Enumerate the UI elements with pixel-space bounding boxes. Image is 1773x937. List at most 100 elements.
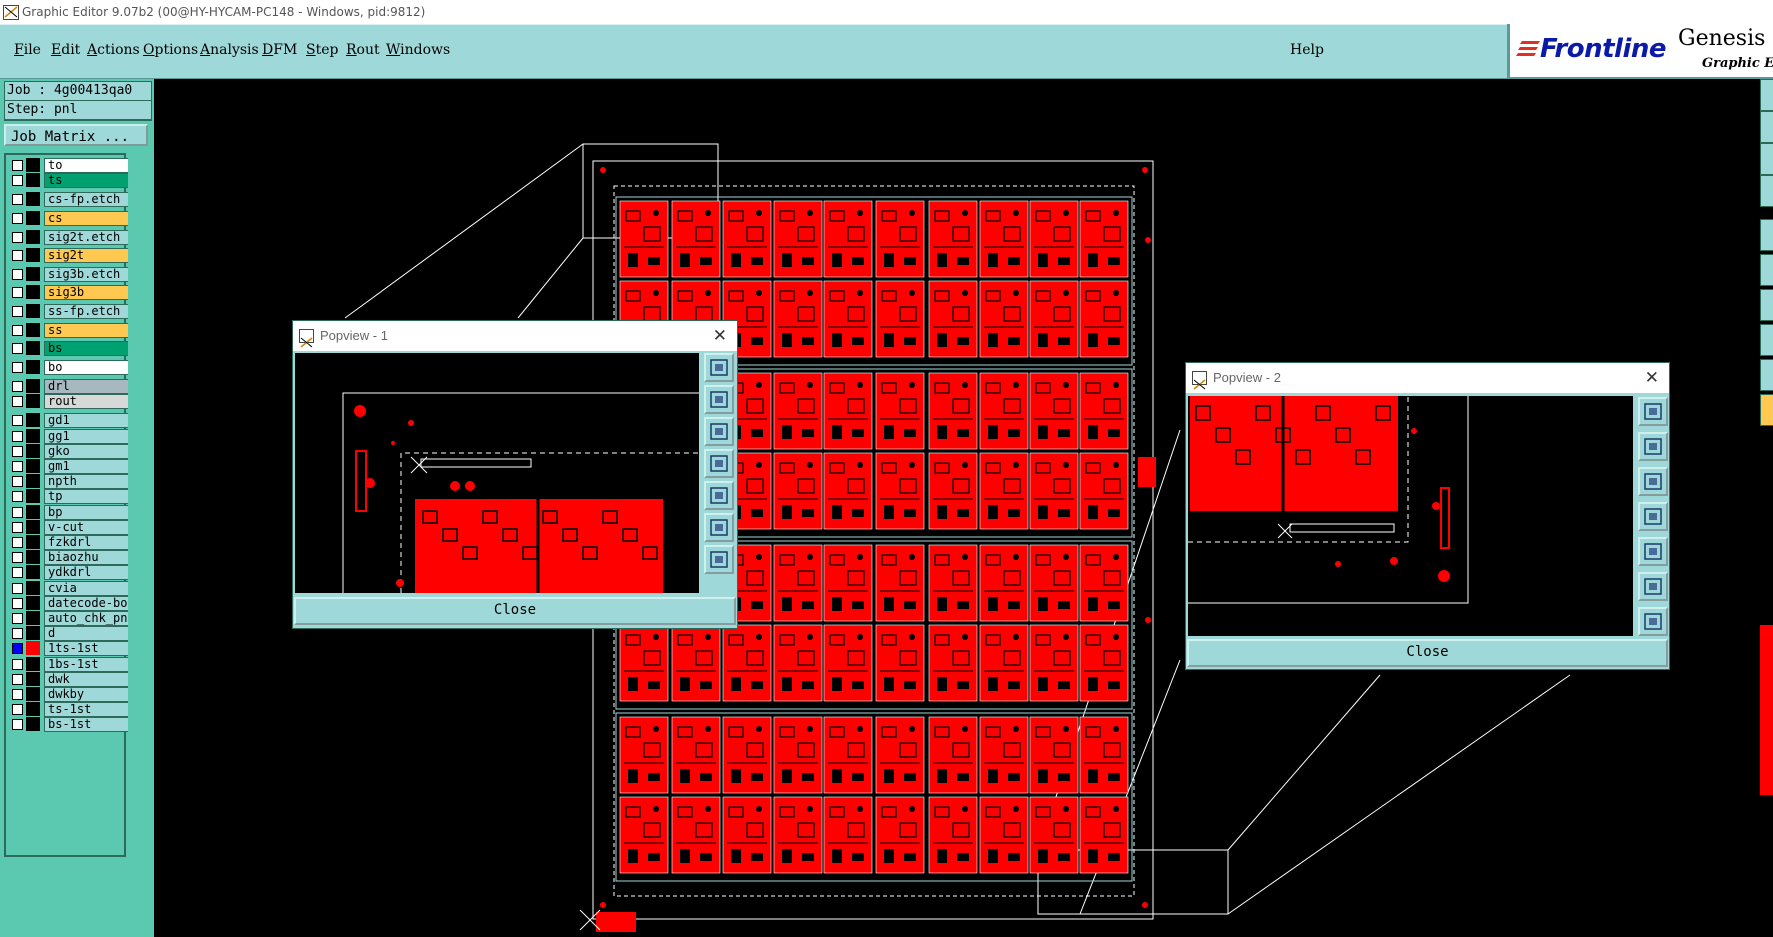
right-tool-button[interactable]	[1760, 394, 1773, 426]
layer-name[interactable]: sig3b	[44, 285, 133, 301]
layer-color-swatch[interactable]	[26, 671, 40, 686]
right-tool-button[interactable]	[1760, 79, 1773, 111]
menu-dfm[interactable]: DFM	[262, 42, 297, 58]
layer-color-swatch[interactable]	[26, 459, 40, 473]
menu-analysis[interactable]: Analysis	[200, 42, 259, 58]
popview-2-close-button[interactable]: Close	[1187, 639, 1668, 667]
layer-name[interactable]: npth	[44, 474, 133, 490]
layer-name[interactable]: sig3b.etch	[44, 266, 133, 282]
layer-name[interactable]: to	[44, 158, 133, 173]
layer-row-bs[interactable]: bs	[8, 341, 133, 357]
layer-row-sig2t.etch[interactable]: sig2t.etch	[8, 229, 133, 245]
pan-left-icon[interactable]	[1638, 502, 1668, 531]
layer-checkbox[interactable]	[12, 673, 23, 685]
popview-1-close-icon[interactable]: ✕	[713, 321, 727, 351]
menu-options[interactable]: Options	[143, 42, 198, 58]
right-tool-button[interactable]	[1760, 219, 1773, 251]
layer-color-swatch[interactable]	[26, 211, 40, 225]
layer-name[interactable]: drl	[44, 379, 133, 394]
zoom-window-icon[interactable]	[704, 353, 734, 382]
layer-row-auto_chk_pnl[interactable]: auto_chk_pnl	[8, 611, 133, 626]
layer-name[interactable]: fzkdrl	[44, 535, 133, 550]
layer-checkbox[interactable]	[12, 287, 23, 299]
zoom-fit-icon[interactable]	[704, 513, 734, 542]
menu-windows[interactable]: Windows	[386, 42, 450, 58]
layer-checkbox[interactable]	[12, 552, 23, 564]
layer-name[interactable]: gg1	[44, 428, 133, 444]
layer-row-cs[interactable]: cs	[8, 211, 133, 226]
layer-row-datecode-bo[interactable]: datecode-bo	[8, 595, 133, 611]
layer-name[interactable]: dwkby	[44, 687, 133, 702]
layer-checkbox[interactable]	[12, 658, 23, 670]
layer-color-swatch[interactable]	[26, 656, 40, 671]
layer-checkbox[interactable]	[12, 324, 23, 336]
layer-color-swatch[interactable]	[26, 413, 40, 428]
layer-checkbox[interactable]	[12, 461, 23, 472]
layer-name[interactable]: dwk	[44, 671, 133, 687]
layer-row-npth[interactable]: npth	[8, 474, 133, 490]
layer-color-swatch[interactable]	[26, 192, 40, 207]
layer-checkbox[interactable]	[12, 175, 23, 187]
layer-color-swatch[interactable]	[26, 158, 40, 172]
layer-color-swatch[interactable]	[26, 565, 40, 580]
layer-color-swatch[interactable]	[26, 702, 40, 717]
layer-name[interactable]: gko	[44, 443, 133, 459]
layer-name[interactable]: v-cut	[44, 519, 133, 535]
layer-checkbox[interactable]	[12, 343, 23, 355]
layer-name[interactable]: d	[44, 626, 133, 642]
pan-right-icon[interactable]	[1638, 537, 1668, 566]
layer-row-dwk[interactable]: dwk	[8, 671, 133, 687]
layer-color-swatch[interactable]	[26, 304, 40, 318]
menu-rout[interactable]: Rout	[346, 42, 380, 58]
layer-color-swatch[interactable]	[26, 173, 40, 188]
layer-color-swatch[interactable]	[26, 611, 40, 625]
popview-1-close-button[interactable]: Close	[294, 597, 736, 625]
layer-color-swatch[interactable]	[26, 443, 40, 458]
layer-color-swatch[interactable]	[26, 322, 40, 337]
layer-color-swatch[interactable]	[26, 717, 40, 732]
layer-checkbox[interactable]	[12, 231, 23, 243]
zoom-home-icon[interactable]	[704, 545, 734, 574]
layer-color-swatch[interactable]	[26, 519, 40, 534]
layer-color-swatch[interactable]	[26, 595, 40, 610]
layer-row-d[interactable]: d	[8, 626, 133, 642]
layer-name[interactable]: gm1	[44, 459, 133, 474]
layer-row-sig3b.etch[interactable]: sig3b.etch	[8, 266, 133, 282]
layer-checkbox[interactable]	[12, 306, 23, 317]
layer-name[interactable]: cvia	[44, 580, 133, 596]
pan-right-icon[interactable]	[704, 481, 734, 510]
layer-checkbox[interactable]	[12, 719, 23, 731]
zoom-window-icon[interactable]	[1638, 397, 1668, 426]
layer-checkbox[interactable]	[12, 567, 23, 579]
layer-checkbox[interactable]	[12, 704, 23, 716]
layer-color-swatch[interactable]	[26, 641, 40, 656]
layer-checkbox[interactable]	[12, 628, 23, 640]
layer-row-ydkdrl[interactable]: ydkdrl	[8, 565, 133, 581]
layer-color-swatch[interactable]	[26, 229, 40, 244]
layer-row-gm1[interactable]: gm1	[8, 459, 133, 474]
pan-up-icon[interactable]	[1638, 432, 1668, 461]
pan-down-icon[interactable]	[704, 417, 734, 446]
layer-name[interactable]: 1bs-1st	[44, 656, 133, 672]
layer-color-swatch[interactable]	[26, 626, 40, 641]
menu-file[interactable]: File	[14, 42, 41, 58]
layer-name[interactable]: sig2t.etch	[44, 229, 133, 245]
layer-checkbox[interactable]	[12, 430, 23, 442]
layer-row-biaozhu[interactable]: biaozhu	[8, 550, 133, 566]
layer-name[interactable]: ydkdrl	[44, 565, 133, 581]
layer-name[interactable]: auto_chk_pnl	[44, 611, 133, 626]
layer-name[interactable]: tp	[44, 489, 133, 505]
layer-color-swatch[interactable]	[26, 489, 40, 504]
layer-color-swatch[interactable]	[26, 266, 40, 281]
layer-row-v-cut[interactable]: v-cut	[8, 519, 133, 535]
pan-up-icon[interactable]	[704, 385, 734, 414]
menu-step[interactable]: Step	[306, 42, 338, 58]
layer-checkbox[interactable]	[12, 613, 23, 624]
layer-name[interactable]: sig2t	[44, 248, 133, 264]
layer-checkbox[interactable]	[12, 689, 23, 700]
layer-row-1ts-1st[interactable]: 1ts-1st	[8, 641, 133, 657]
layer-row-to[interactable]: to	[8, 158, 133, 173]
layer-color-swatch[interactable]	[26, 535, 40, 549]
layer-color-swatch[interactable]	[26, 474, 40, 489]
layer-checkbox[interactable]	[12, 582, 23, 594]
